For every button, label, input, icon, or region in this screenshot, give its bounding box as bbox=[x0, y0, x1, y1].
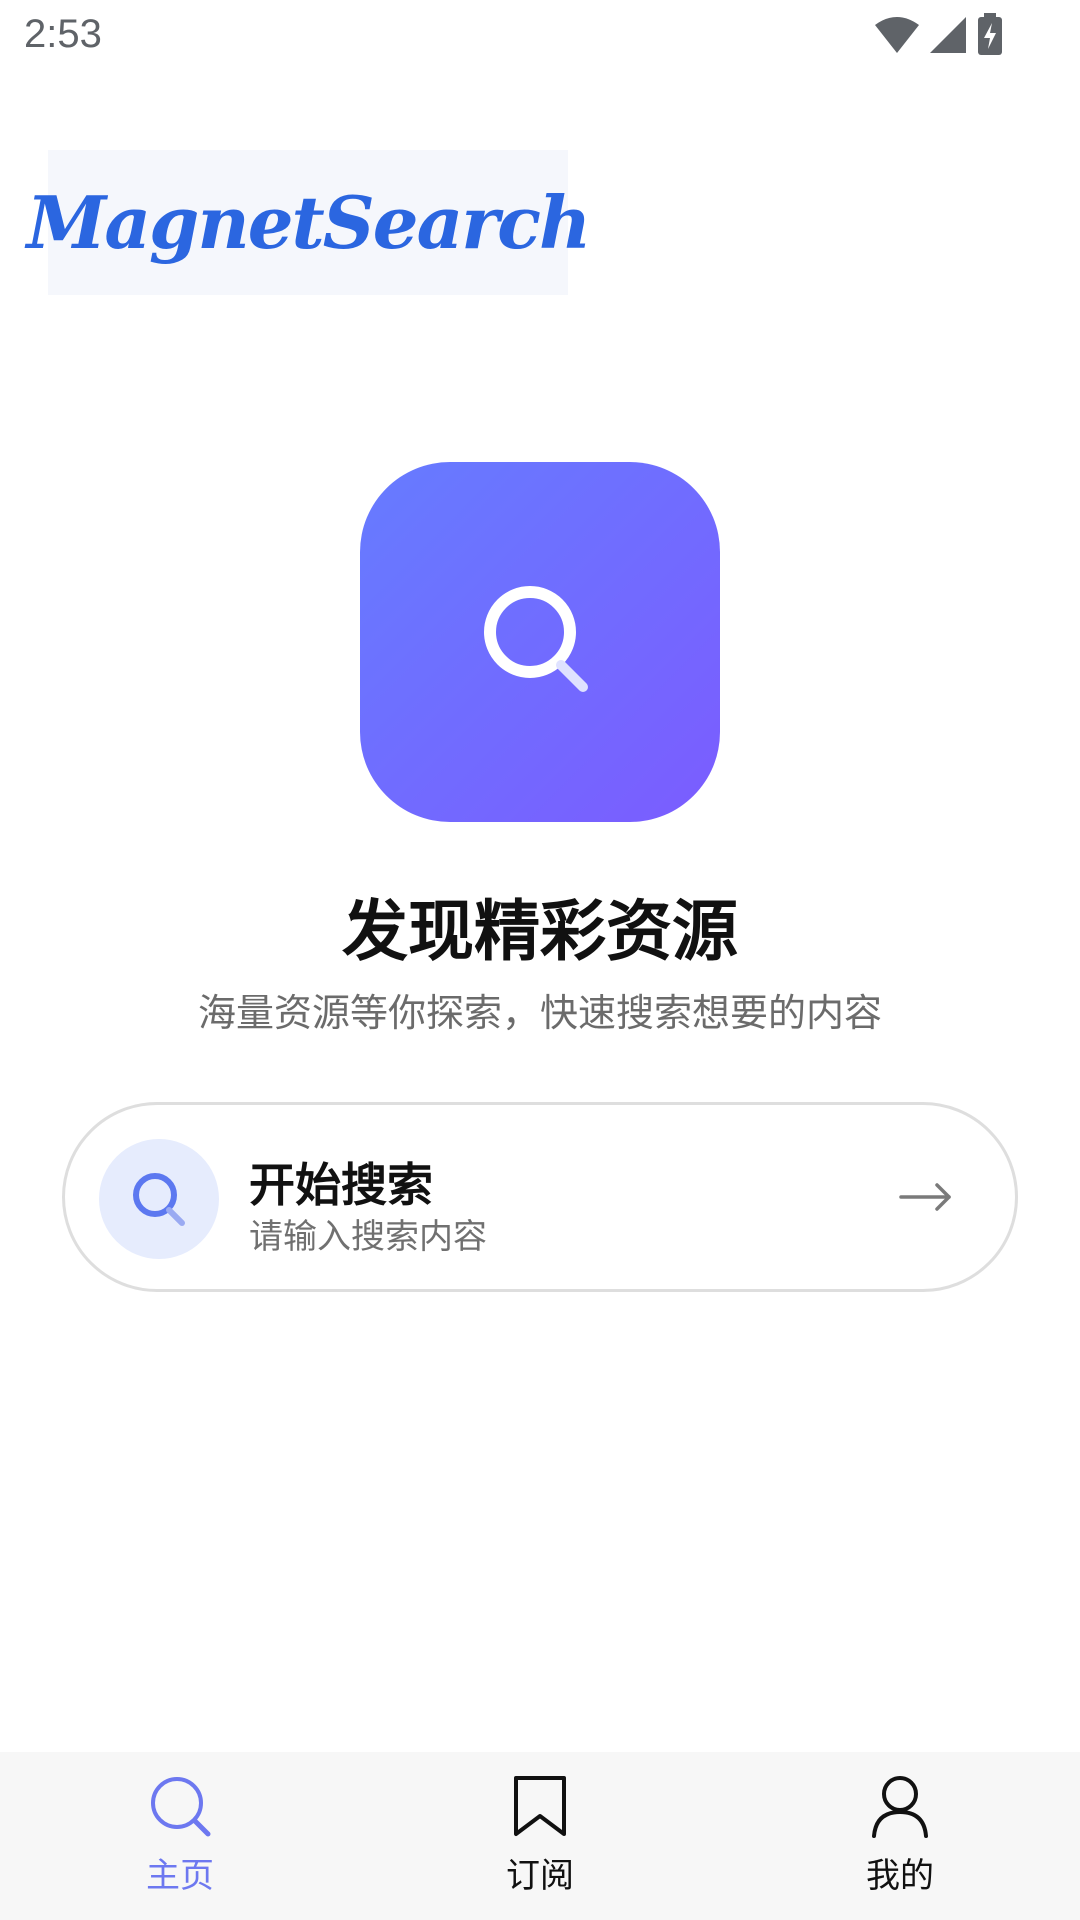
app-logo-text: MagnetSearch bbox=[26, 180, 592, 265]
status-time: 2:53 bbox=[24, 12, 102, 56]
nav-label-subscriptions: 订阅 bbox=[506, 1856, 574, 1896]
hero-title: 发现精彩资源 bbox=[342, 893, 738, 970]
nav-label-profile: 我的 bbox=[866, 1856, 934, 1896]
home-screen: 2:53 MagnetSearch 发现精彩资源 海量资源等你探索，快速搜索想要… bbox=[0, 0, 1080, 1920]
nav-item-profile[interactable]: 我的 bbox=[720, 1752, 1080, 1920]
cellular-signal-icon bbox=[930, 17, 966, 53]
app-logo: MagnetSearch bbox=[27, 150, 591, 295]
battery-charging-icon bbox=[978, 13, 1002, 55]
bookmark-icon bbox=[514, 1776, 566, 1836]
person-icon bbox=[872, 1776, 928, 1838]
nav-item-home[interactable]: 主页 bbox=[0, 1752, 360, 1920]
arrow-right-icon bbox=[899, 1183, 951, 1211]
search-icon bbox=[133, 1173, 185, 1226]
bottom-navigation: 主页 订阅 我的 bbox=[0, 1752, 1080, 1920]
search-icon bbox=[151, 1777, 211, 1837]
nav-label-home: 主页 bbox=[146, 1856, 214, 1896]
search-card-title: 开始搜索 bbox=[249, 1158, 433, 1212]
nav-item-subscriptions[interactable]: 订阅 bbox=[360, 1752, 720, 1920]
start-search-card[interactable]: 开始搜索 请输入搜索内容 bbox=[62, 1102, 1018, 1292]
status-icons bbox=[874, 13, 1004, 56]
hero-search-badge bbox=[360, 462, 720, 822]
search-card-hint: 请输入搜索内容 bbox=[249, 1217, 487, 1257]
hero-subtitle: 海量资源等你探索，快速搜索想要的内容 bbox=[197, 991, 882, 1035]
search-icon bbox=[484, 586, 588, 692]
status-bar: 2:53 bbox=[0, 0, 1080, 76]
wifi-icon bbox=[875, 17, 919, 53]
search-card-icon-badge bbox=[99, 1139, 219, 1259]
